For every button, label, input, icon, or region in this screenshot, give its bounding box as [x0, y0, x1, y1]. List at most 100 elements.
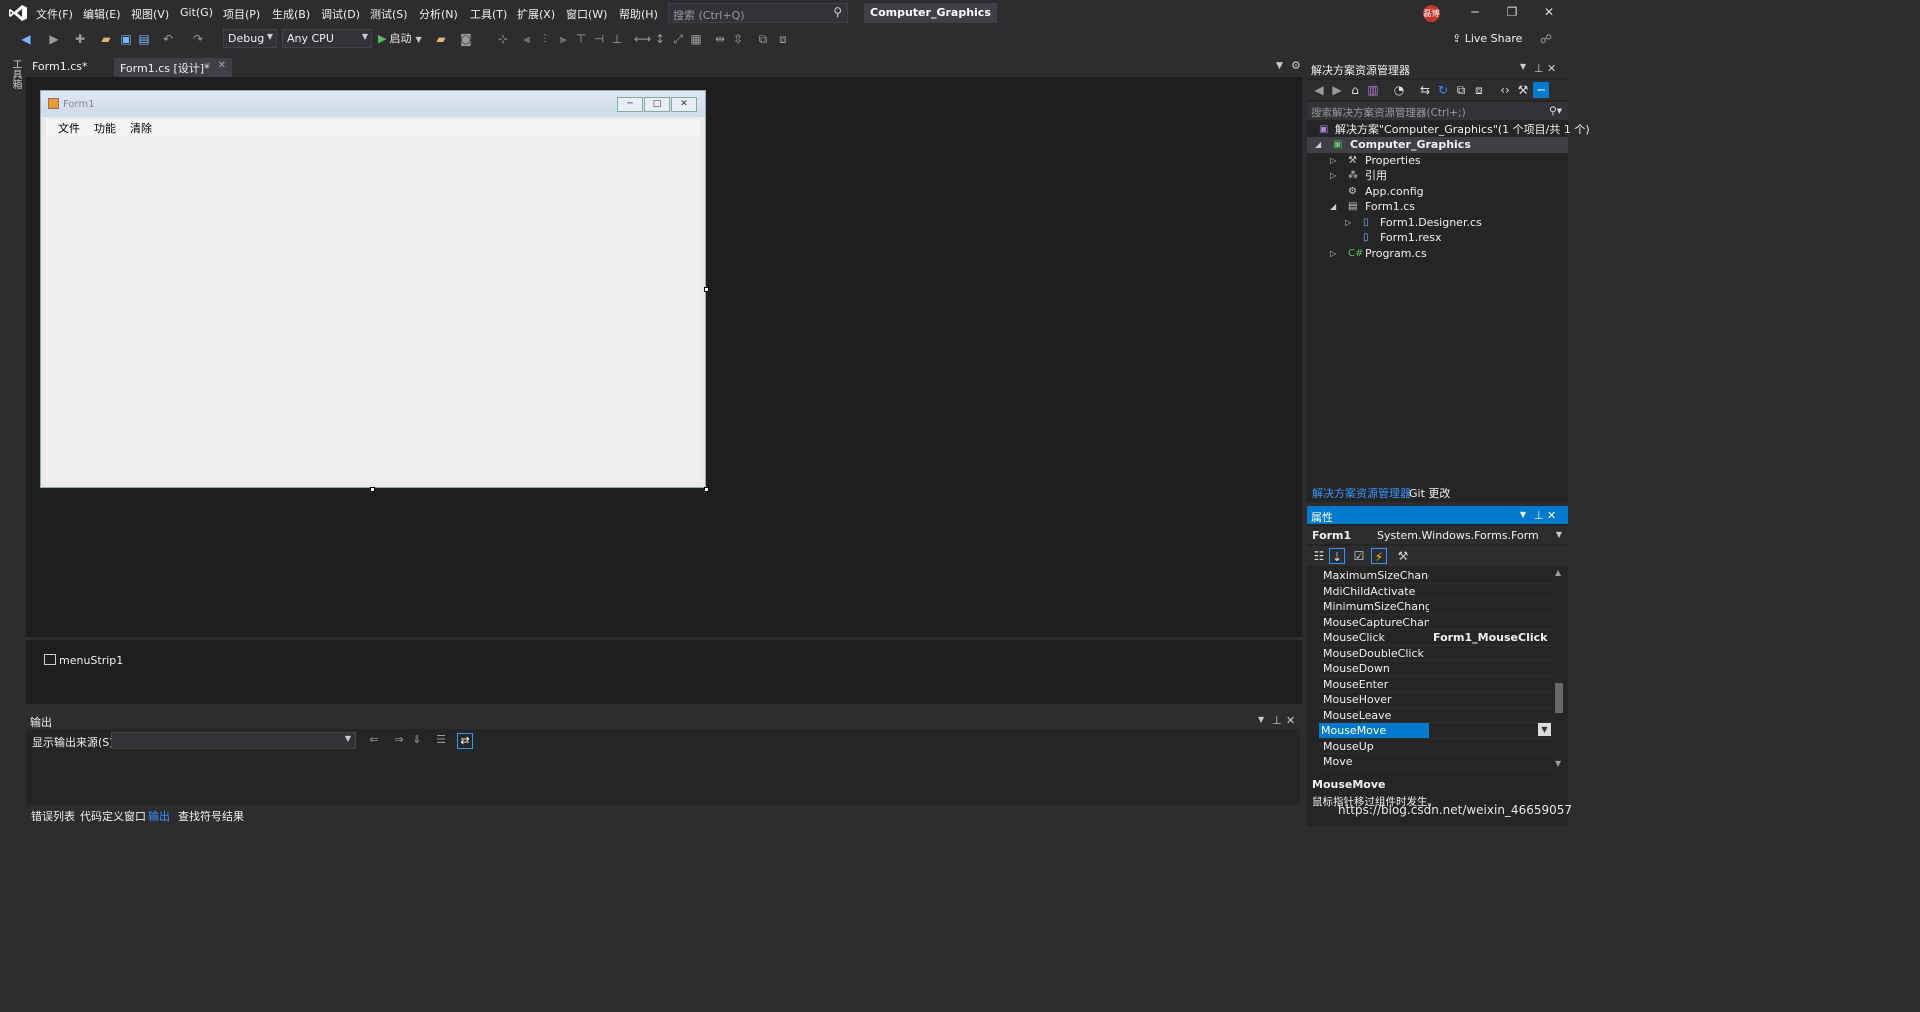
- properties-icon[interactable]: ☑: [1351, 548, 1367, 564]
- refresh-icon[interactable]: ↻: [1435, 82, 1451, 98]
- form-client-area[interactable]: [46, 136, 700, 482]
- align-right-icon[interactable]: ⫸: [555, 31, 571, 47]
- event-row[interactable]: MouseCaptureChanged: [1319, 615, 1553, 630]
- tree-properties[interactable]: ▷ ⚒ Properties: [1307, 153, 1568, 169]
- property-pages-icon[interactable]: ⚒: [1395, 548, 1411, 564]
- menu-file[interactable]: 文件(F): [36, 6, 73, 22]
- event-row[interactable]: MouseLeave: [1319, 708, 1553, 723]
- feedback-icon[interactable]: ☍: [1538, 31, 1554, 47]
- chevron-down-icon[interactable]: ▼: [1538, 723, 1551, 736]
- align-bottom-icon[interactable]: ⊥: [609, 31, 625, 47]
- forward-icon[interactable]: ▶: [1329, 82, 1345, 98]
- forward-icon[interactable]: ▶: [46, 31, 62, 47]
- close-icon[interactable]: ✕: [1286, 714, 1295, 727]
- event-handler[interactable]: Form1_MouseClick: [1433, 630, 1547, 645]
- size-to-grid-icon[interactable]: ▦: [688, 31, 704, 47]
- align-middle-icon[interactable]: ⊣: [591, 31, 607, 47]
- menu-view[interactable]: 视图(V): [131, 6, 169, 22]
- form1-preview[interactable]: Form1 ─ □ ✕ 文件 功能 清除: [40, 90, 706, 488]
- object-selector[interactable]: Form1 System.Windows.Forms.Form ▼: [1307, 526, 1568, 544]
- chevron-down-icon[interactable]: ▼: [1520, 510, 1526, 519]
- menu-debug[interactable]: 调试(D): [321, 6, 360, 22]
- tab-solution-explorer[interactable]: 解决方案资源管理器: [1312, 485, 1411, 501]
- bring-to-front-icon[interactable]: ⧉: [755, 31, 771, 47]
- pin-icon[interactable]: ⊸: [202, 60, 210, 70]
- event-row[interactable]: MaximumSizeChanged: [1319, 568, 1553, 584]
- back-icon[interactable]: ◀: [18, 31, 34, 47]
- resize-handle-corner[interactable]: [704, 487, 709, 492]
- tab-find-symbol[interactable]: 查找符号结果: [178, 808, 244, 824]
- event-row[interactable]: MouseEnter: [1319, 677, 1553, 692]
- collapsed-icon[interactable]: ▷: [1330, 153, 1336, 169]
- tab-output[interactable]: 输出: [148, 808, 170, 824]
- redo-icon[interactable]: ↷: [190, 31, 206, 47]
- horizontal-spacing-icon[interactable]: ⇹: [712, 31, 728, 47]
- platform-select[interactable]: Any CPU ▼: [282, 29, 372, 48]
- menu-extensions[interactable]: 扩展(X): [517, 6, 555, 22]
- align-top-icon[interactable]: ⊤: [573, 31, 589, 47]
- account-avatar[interactable]: 磊博: [1423, 5, 1440, 22]
- switch-views-icon[interactable]: ▥: [1365, 82, 1381, 98]
- event-row-selected[interactable]: MouseMove ▼: [1319, 723, 1553, 739]
- save-all-icon[interactable]: ▤: [136, 31, 152, 47]
- close-icon[interactable]: ✕: [1547, 509, 1556, 522]
- gear-icon[interactable]: ⚙: [1291, 59, 1301, 72]
- event-row[interactable]: Move: [1319, 754, 1553, 770]
- send-to-back-icon[interactable]: ⧈: [775, 31, 791, 47]
- menu-project[interactable]: 项目(P): [223, 6, 260, 22]
- collapsed-icon[interactable]: ▷: [1330, 246, 1336, 262]
- form-menu-strip[interactable]: 文件 功能 清除: [46, 119, 700, 136]
- new-project-icon[interactable]: ✚: [72, 31, 88, 47]
- form-menu-file[interactable]: 文件: [58, 120, 80, 136]
- expanded-icon[interactable]: ◢: [1315, 137, 1321, 153]
- collapsed-icon[interactable]: ▷: [1330, 168, 1336, 184]
- vertical-spacing-icon[interactable]: ⇳: [730, 31, 746, 47]
- solution-search-input[interactable]: 搜索解决方案资源管理器(Ctrl+;) ⚲▾: [1307, 102, 1568, 120]
- chevron-down-icon[interactable]: ▼: [1276, 61, 1283, 71]
- tray-menustrip[interactable]: menuStrip1: [44, 654, 123, 667]
- pin-icon[interactable]: ⊥: [1534, 62, 1544, 75]
- scroll-down-icon[interactable]: ▼: [1555, 759, 1561, 768]
- sync-icon[interactable]: ⇆: [1417, 82, 1433, 98]
- find-icon[interactable]: ⇓: [409, 733, 425, 749]
- tree-form1[interactable]: ◢ ▤ Form1.cs: [1307, 199, 1568, 215]
- same-width-icon[interactable]: ⟷: [634, 31, 651, 47]
- event-row[interactable]: MdiChildActivate: [1319, 584, 1553, 599]
- align-center-icon[interactable]: ⫶: [537, 31, 553, 47]
- resize-handle-bottom[interactable]: [370, 487, 375, 492]
- word-wrap-icon[interactable]: ⇄: [457, 733, 473, 749]
- menu-window[interactable]: 窗口(W): [566, 6, 607, 22]
- menu-test[interactable]: 测试(S): [370, 6, 408, 22]
- search-box[interactable]: 搜索 (Ctrl+Q) ⚲: [668, 3, 848, 23]
- grid-align-icon[interactable]: ⊹: [495, 31, 511, 47]
- show-all-files-icon[interactable]: ⧈: [1471, 82, 1487, 98]
- browse-folder-icon[interactable]: ▰: [433, 31, 449, 47]
- close-icon[interactable]: ✕: [218, 60, 226, 71]
- chevron-down-icon[interactable]: ▼: [1520, 62, 1526, 71]
- open-icon[interactable]: ▰: [98, 31, 114, 47]
- configuration-select[interactable]: Debug ▼: [223, 29, 277, 48]
- collapsed-icon[interactable]: ▷: [1345, 215, 1351, 231]
- scroll-up-icon[interactable]: ▲: [1555, 568, 1561, 577]
- event-row[interactable]: MouseClick Form1_MouseClick: [1319, 630, 1553, 646]
- clear-all-icon[interactable]: ☰: [433, 733, 449, 749]
- tree-program[interactable]: ▷ C# Program.cs: [1307, 246, 1568, 262]
- form-menu-function[interactable]: 功能: [94, 120, 116, 136]
- live-share-button[interactable]: ⇪ Live Share: [1452, 32, 1522, 45]
- start-debugging-button[interactable]: ▶ 启动 ▼: [378, 30, 422, 46]
- pin-icon[interactable]: ⊥: [1534, 509, 1544, 522]
- back-icon[interactable]: ◀: [1311, 82, 1327, 98]
- tab-git-changes[interactable]: Git 更改: [1409, 485, 1450, 501]
- align-left-icon[interactable]: ⫷: [519, 31, 535, 47]
- tree-form1-resx[interactable]: ▯ Form1.resx: [1307, 230, 1568, 246]
- tree-form1-designer[interactable]: ▷ ▯ Form1.Designer.cs: [1307, 215, 1568, 231]
- menu-build[interactable]: 生成(B): [272, 6, 310, 22]
- tree-app-config[interactable]: ⚙ App.config: [1307, 184, 1568, 200]
- go-to-next-icon[interactable]: ⇒: [391, 733, 407, 749]
- close-icon[interactable]: ✕: [1547, 62, 1556, 75]
- go-to-previous-icon[interactable]: ⇐: [366, 733, 382, 749]
- same-height-icon[interactable]: ↕: [652, 31, 668, 47]
- scroll-thumb[interactable]: [1555, 683, 1563, 713]
- form-menu-clear[interactable]: 清除: [130, 120, 152, 136]
- tree-solution[interactable]: ▣ 解决方案"Computer_Graphics"(1 个项目/共 1 个): [1307, 122, 1590, 138]
